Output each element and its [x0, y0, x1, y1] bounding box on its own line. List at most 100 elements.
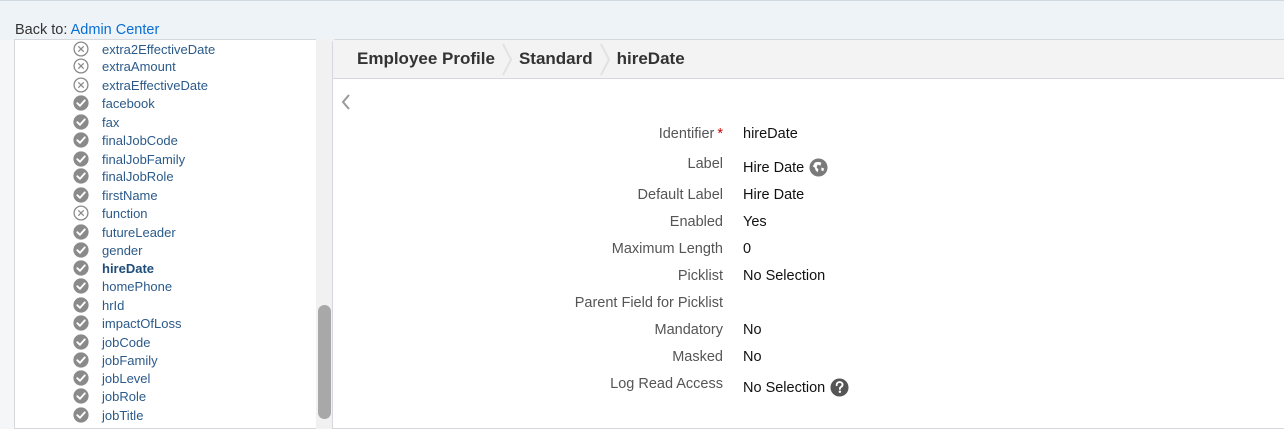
tree-item-label[interactable]: jobFamily	[102, 353, 158, 368]
tree-item-label[interactable]: futureLeader	[102, 225, 176, 240]
row-parent-picklist: Parent Field for Picklist	[333, 295, 1233, 315]
check-circle-icon	[73, 114, 89, 130]
tree-item[interactable]: finalJobFamily	[73, 150, 185, 168]
top-bar: Back to: Admin Center	[0, 0, 1284, 40]
tree-item-label[interactable]: homePhone	[102, 279, 172, 294]
check-circle-icon	[73, 370, 89, 386]
tree-item-label[interactable]: extra2EffectiveDate	[102, 42, 215, 57]
check-circle-icon	[73, 407, 89, 423]
check-circle-icon	[73, 224, 89, 240]
log-read-access-key: Log Read Access	[610, 376, 723, 392]
default-label-value: Hire Date	[743, 187, 805, 203]
tree-item-label[interactable]: function	[102, 206, 148, 221]
tree-item[interactable]: jobFamily	[73, 351, 158, 369]
field-tree-panel: extra2EffectiveDate extraAmount extraEffec…	[14, 39, 332, 429]
tree-item-label[interactable]: extraEffectiveDate	[102, 78, 208, 93]
enabled-value: Yes	[743, 214, 767, 230]
globe-icon[interactable]	[809, 158, 828, 177]
tree-item[interactable]: finalJobCode	[73, 131, 178, 149]
tree-item[interactable]: gender	[73, 241, 142, 259]
tree-item-label[interactable]: hrId	[102, 298, 124, 313]
tree-item[interactable]: homePhone	[73, 277, 172, 295]
tree-item-label[interactable]: extraAmount	[102, 59, 176, 74]
masked-value: No	[743, 349, 762, 365]
label-key: Label	[687, 156, 723, 172]
x-circle-icon	[73, 205, 89, 221]
check-circle-icon	[73, 242, 89, 258]
x-circle-icon	[73, 77, 89, 93]
tree-item[interactable]: finalJobRole	[73, 167, 174, 185]
x-circle-icon	[73, 58, 89, 74]
tree-item-label[interactable]: hireDate	[102, 261, 154, 276]
tree-scrollbar-thumb[interactable]	[318, 305, 331, 419]
identifier-value: hireDate	[743, 126, 798, 142]
tree-item-label[interactable]: facebook	[102, 96, 155, 111]
check-circle-icon	[73, 168, 89, 184]
picklist-key: Picklist	[677, 268, 723, 284]
identifier-label: Identifier	[658, 126, 715, 142]
maximum-length-value: 0	[743, 241, 752, 257]
log-read-access-value: No Selection	[743, 379, 826, 396]
label-value: Hire Date	[743, 159, 805, 176]
admin-center-link[interactable]: Admin Center	[71, 22, 160, 38]
enabled-key: Enabled	[669, 214, 723, 230]
mandatory-value: No	[743, 322, 762, 338]
required-mark: *	[717, 126, 723, 142]
check-circle-icon	[73, 95, 89, 111]
tree-item[interactable]: fax	[73, 113, 119, 131]
row-picklist: Picklist No Selection	[333, 268, 1233, 288]
tree-item[interactable]: jobCode	[73, 333, 150, 351]
tree-item-label[interactable]: fax	[102, 115, 119, 130]
tree-item[interactable]: extraAmount	[73, 57, 176, 75]
tree-item-label[interactable]: finalJobRole	[102, 169, 174, 184]
tree-item[interactable]: function	[73, 204, 148, 222]
maximum-length-key: Maximum Length	[611, 241, 723, 257]
parent-picklist-key: Parent Field for Picklist	[574, 295, 723, 311]
mandatory-key: Mandatory	[654, 322, 723, 338]
breadcrumb: Employee Profile Standard hireDate	[333, 40, 1284, 79]
tree-item-label[interactable]: finalJobCode	[102, 133, 178, 148]
tree-item[interactable]: facebook	[73, 94, 155, 112]
tree-item[interactable]: extra2EffectiveDate	[73, 40, 215, 58]
tree-item-label[interactable]: finalJobFamily	[102, 152, 185, 167]
breadcrumb-hiredate: hireDate	[616, 49, 685, 68]
check-circle-icon	[73, 352, 89, 368]
check-circle-icon	[73, 334, 89, 350]
check-circle-icon	[73, 297, 89, 313]
tree-item[interactable]: hrId	[73, 296, 124, 314]
x-circle-icon	[73, 41, 89, 57]
tree-item[interactable]: firstName	[73, 186, 158, 204]
row-enabled: Enabled Yes	[333, 214, 1233, 234]
tree-item-label[interactable]: jobTitle	[102, 408, 143, 423]
tree-item-label[interactable]: jobCode	[102, 335, 150, 350]
field-detail-panel: Employee Profile Standard hireDate Ident…	[332, 39, 1284, 429]
tree-item-label[interactable]: gender	[102, 243, 142, 258]
row-mandatory: Mandatory No	[333, 322, 1233, 342]
tree-item[interactable]: jobTitle	[73, 406, 143, 424]
back-navigation: Back to: Admin Center	[15, 22, 159, 38]
check-circle-icon	[73, 315, 89, 331]
check-circle-icon	[73, 260, 89, 276]
row-label: Label Hire Date	[333, 156, 1233, 177]
row-log-read-access: Log Read Access No Selection	[333, 376, 1233, 397]
tree-item[interactable]: hireDate	[73, 259, 154, 277]
tree-item[interactable]: extraEffectiveDate	[73, 76, 208, 94]
row-default-label: Default Label Hire Date	[333, 187, 1233, 207]
chevron-left-icon[interactable]	[339, 92, 353, 112]
row-maximum-length: Maximum Length 0	[333, 241, 1233, 261]
tree-item-label[interactable]: firstName	[102, 188, 158, 203]
breadcrumb-separator-icon	[599, 43, 610, 75]
breadcrumb-standard[interactable]: Standard	[519, 49, 593, 69]
check-circle-icon	[73, 388, 89, 404]
row-masked: Masked No	[333, 349, 1233, 369]
tree-item-label[interactable]: impactOfLoss	[102, 316, 181, 331]
tree-item[interactable]: impactOfLoss	[73, 314, 181, 332]
tree-item[interactable]: jobLevel	[73, 369, 150, 387]
breadcrumb-employee-profile[interactable]: Employee Profile	[357, 49, 495, 69]
tree-item-label[interactable]: jobLevel	[102, 371, 150, 386]
check-circle-icon	[73, 132, 89, 148]
tree-item-label[interactable]: jobRole	[102, 389, 146, 404]
help-icon[interactable]	[830, 378, 849, 397]
tree-item[interactable]: jobRole	[73, 387, 146, 405]
tree-item[interactable]: futureLeader	[73, 223, 176, 241]
